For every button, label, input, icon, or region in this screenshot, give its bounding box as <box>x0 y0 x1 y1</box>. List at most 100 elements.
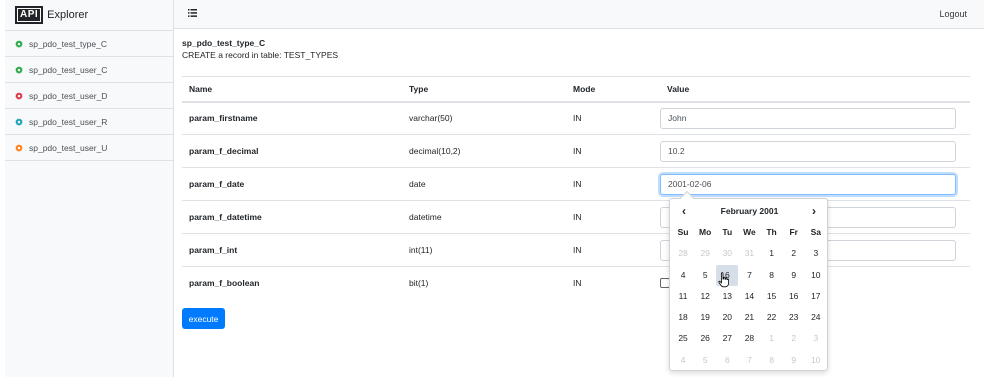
datepicker-day[interactable]: 11 <box>672 286 694 307</box>
datepicker-day[interactable]: 16 <box>783 286 805 307</box>
param-mode: IN <box>566 134 660 168</box>
datepicker-day[interactable]: 21 <box>738 307 760 328</box>
datepicker-day[interactable]: 18 <box>672 307 694 328</box>
datepicker-day[interactable]: 2 <box>783 328 805 349</box>
param-type: int(11) <box>402 233 566 267</box>
datepicker-day[interactable]: 10 <box>805 350 827 371</box>
datepicker-week-row: 18 19 20 21 22 23 24 <box>672 307 827 328</box>
param-value-input[interactable] <box>660 107 956 129</box>
datepicker-day[interactable]: 1 <box>761 328 783 349</box>
datepicker-day[interactable]: 9 <box>783 265 805 286</box>
logout-link[interactable]: Logout <box>939 9 967 19</box>
datepicker-day[interactable]: 6 <box>716 350 738 371</box>
datepicker-day[interactable]: 25 <box>672 328 694 349</box>
datepicker-day[interactable]: 8 <box>761 350 783 371</box>
param-value-input[interactable] <box>660 173 956 195</box>
sidebar: API Explorer sp_pdo_test_type_C sp_pdo_te… <box>5 0 174 377</box>
datepicker-week-row: 28 29 30 31 1 2 3 <box>672 243 827 264</box>
datepicker-day[interactable]: 30 <box>716 243 738 264</box>
param-value-cell <box>660 134 970 168</box>
param-mode: IN <box>566 200 660 234</box>
datepicker-day[interactable]: 26 <box>694 328 716 349</box>
table-header-row: Name Type Mode Value <box>182 76 970 103</box>
datepicker-day[interactable]: 3 <box>805 328 827 349</box>
datepicker-day[interactable]: 24 <box>805 307 827 328</box>
datepicker-week-row: 4 5 6 7 8 9 10 <box>672 350 827 371</box>
datepicker-day[interactable]: 9 <box>783 350 805 371</box>
datepicker-popup: ‹ February 2001 › Su Mo Tu We Th Fr Sa 28 29 30 31… <box>669 190 829 371</box>
table-row: param_f_decimal decimal(10,2) IN <box>182 134 970 168</box>
datepicker-day[interactable]: 12 <box>694 286 716 307</box>
execute-button[interactable]: execute <box>182 308 225 329</box>
table-row: param_f_boolean bit(1) IN <box>182 266 970 300</box>
datepicker-day[interactable]: 28 <box>738 328 760 349</box>
param-name: param_f_date <box>182 167 402 201</box>
param-value-input[interactable] <box>660 140 956 162</box>
datepicker-day[interactable]: 19 <box>694 307 716 328</box>
params-table: Name Type Mode Value param_firstname varc… <box>182 76 970 300</box>
sidebar-item[interactable]: sp_pdo_test_user_R <box>5 109 173 135</box>
datepicker-day[interactable]: 10 <box>805 265 827 286</box>
datepicker-day[interactable]: 14 <box>738 286 760 307</box>
day-of-week-label: We <box>743 227 756 237</box>
param-name: param_f_decimal <box>182 134 402 168</box>
sidebar-item-label: sp_pdo_test_user_C <box>29 64 108 75</box>
topbar: Logout <box>174 0 984 29</box>
param-value-cell <box>660 167 970 201</box>
datepicker-day[interactable]: 2 <box>783 243 805 264</box>
sidebar-item[interactable]: sp_pdo_test_user_D <box>5 83 173 109</box>
datepicker-day[interactable]: 13 <box>716 286 738 307</box>
list-icon[interactable] <box>188 9 197 17</box>
brand[interactable]: API Explorer <box>5 0 173 31</box>
datepicker-day[interactable]: 20 <box>716 307 738 328</box>
sidebar-item[interactable]: sp_pdo_test_user_U <box>5 135 173 161</box>
datepicker-day[interactable]: 28 <box>672 243 694 264</box>
hand-cursor-icon <box>718 272 729 288</box>
gear-icon <box>15 39 23 48</box>
datepicker-header: ‹ February 2001 › <box>670 203 829 219</box>
datepicker-day[interactable]: 5 <box>694 350 716 371</box>
param-mode: IN <box>566 167 660 201</box>
sidebar-item-label: sp_pdo_test_user_R <box>29 116 108 127</box>
datepicker-day[interactable]: 29 <box>694 243 716 264</box>
datepicker-title[interactable]: February 2001 <box>700 203 799 219</box>
datepicker-day[interactable]: 31 <box>738 243 760 264</box>
datepicker-day[interactable]: 4 <box>672 265 694 286</box>
datepicker-day[interactable]: 17 <box>805 286 827 307</box>
param-mode: IN <box>566 101 660 135</box>
datepicker-day[interactable]: 7 <box>738 350 760 371</box>
datepicker-grid: Su Mo Tu We Th Fr Sa 28 29 30 31 1 2 3 4 5 6 7 8 9 10 11 12 13 1… <box>672 222 827 371</box>
param-name: param_f_boolean <box>182 266 402 300</box>
datepicker-day[interactable]: 22 <box>761 307 783 328</box>
column-header-name: Name <box>182 76 402 103</box>
prev-month-button[interactable]: ‹ <box>677 203 691 219</box>
param-mode: IN <box>566 233 660 267</box>
datepicker-day[interactable]: 23 <box>783 307 805 328</box>
day-of-week-label: Su <box>677 227 689 237</box>
datepicker-day[interactable]: 8 <box>761 265 783 286</box>
api-logo: API <box>15 6 44 24</box>
day-of-week-label: Mo <box>699 227 712 237</box>
sidebar-item[interactable]: sp_pdo_test_type_C <box>5 31 173 57</box>
sidebar-item[interactable]: sp_pdo_test_user_C <box>5 57 173 83</box>
param-name: param_firstname <box>182 101 402 135</box>
procedure-description: CREATE a record in table: TEST_TYPES <box>182 50 339 60</box>
datepicker-week-row: 25 26 27 28 1 2 3 <box>672 328 827 349</box>
datepicker-day[interactable]: 5 <box>694 265 716 286</box>
datepicker-week-row: 11 12 13 14 15 16 17 <box>672 286 827 307</box>
datepicker-day[interactable]: 27 <box>716 328 738 349</box>
param-name: param_f_datetime <box>182 200 402 234</box>
datepicker-day[interactable]: 1 <box>761 243 783 264</box>
datepicker-day[interactable]: 15 <box>761 286 783 307</box>
datepicker-day[interactable]: 7 <box>738 265 760 286</box>
param-name: param_f_int <box>182 233 402 267</box>
gear-icon <box>15 143 23 152</box>
datepicker-day[interactable]: 3 <box>805 243 827 264</box>
day-of-week-label: Fr <box>789 227 798 237</box>
column-header-value: Value <box>660 76 970 103</box>
gear-icon <box>15 117 23 126</box>
table-row: param_f_datetime datetime IN <box>182 200 970 234</box>
column-header-mode: Mode <box>566 76 660 103</box>
next-month-button[interactable]: › <box>807 203 821 219</box>
datepicker-day[interactable]: 4 <box>672 350 694 371</box>
